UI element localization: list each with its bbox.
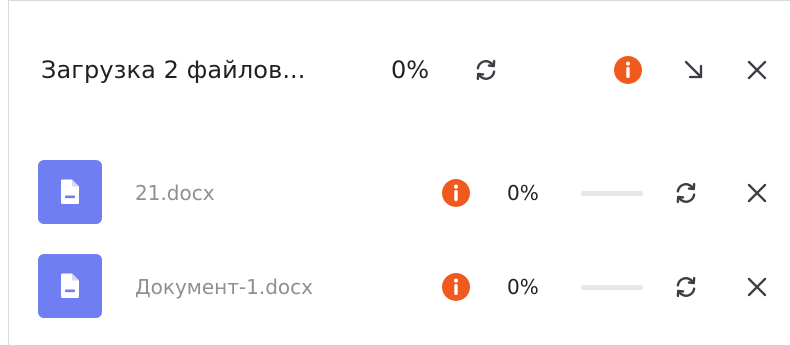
file-name: Документ-1.docx	[135, 275, 313, 299]
file-error-info-button[interactable]	[439, 270, 473, 304]
refresh-icon	[676, 276, 696, 298]
info-icon	[614, 56, 642, 84]
file-tile	[38, 160, 102, 224]
close-icon	[747, 277, 767, 297]
remove-file-button[interactable]	[740, 176, 774, 210]
minimize-arrow-icon	[684, 60, 703, 79]
refresh-icon	[476, 59, 496, 81]
file-row: 21.docx 0%	[9, 160, 790, 226]
document-icon	[61, 273, 79, 298]
retry-file-button[interactable]	[669, 270, 703, 304]
file-progress-bar	[581, 191, 643, 196]
close-panel-button[interactable]	[740, 53, 774, 87]
upload-total-percent: 0%	[391, 56, 430, 84]
info-icon	[442, 273, 470, 301]
file-row: Документ-1.docx 0%	[9, 254, 790, 320]
file-name: 21.docx	[135, 181, 215, 205]
upload-error-info-button[interactable]	[611, 53, 645, 87]
upload-panel: Загрузка 2 файлов... 0% 21.docx 0% Докум…	[8, 0, 790, 345]
refresh-icon	[676, 182, 696, 204]
close-icon	[747, 183, 767, 203]
upload-header: Загрузка 2 файлов... 0%	[9, 1, 790, 121]
retry-file-button[interactable]	[669, 176, 703, 210]
remove-file-button[interactable]	[740, 270, 774, 304]
file-progress-bar	[581, 285, 643, 290]
file-error-info-button[interactable]	[439, 176, 473, 210]
upload-title: Загрузка 2 файлов...	[41, 56, 306, 84]
info-icon	[442, 179, 470, 207]
document-icon	[61, 179, 79, 204]
file-percent: 0%	[507, 181, 539, 205]
file-percent: 0%	[507, 275, 539, 299]
retry-all-button[interactable]	[469, 53, 503, 87]
minimize-button[interactable]	[677, 53, 711, 87]
file-tile	[38, 254, 102, 318]
close-icon	[747, 60, 767, 80]
